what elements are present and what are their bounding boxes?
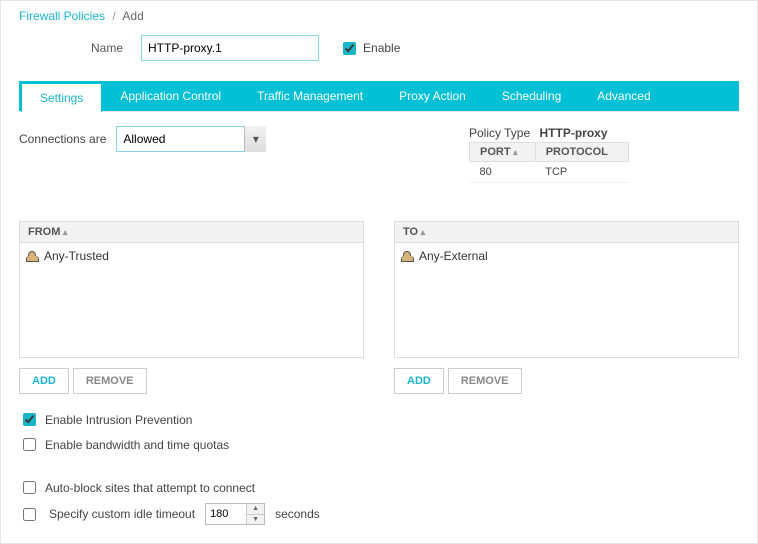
- autoblock-label: Auto-block sites that attempt to connect: [45, 481, 255, 495]
- to-list[interactable]: Any-External: [394, 243, 739, 358]
- spin-down-icon[interactable]: ▼: [247, 515, 264, 525]
- ips-label: Enable Intrusion Prevention: [45, 413, 192, 427]
- table-row[interactable]: 80 TCP: [470, 162, 629, 183]
- to-add-button[interactable]: ADD: [394, 368, 444, 394]
- timeout-label: Specify custom idle timeout: [49, 507, 195, 521]
- tab-application-control[interactable]: Application Control: [102, 81, 239, 111]
- spin-up-icon[interactable]: ▲: [247, 504, 264, 515]
- from-item-label: Any-Trusted: [44, 249, 109, 263]
- timeout-checkbox[interactable]: [23, 508, 36, 521]
- from-remove-button[interactable]: REMOVE: [73, 368, 147, 394]
- ips-checkbox[interactable]: [23, 413, 36, 426]
- protocol-cell: TCP: [535, 162, 628, 183]
- breadcrumb-parent-link[interactable]: Firewall Policies: [19, 9, 105, 23]
- from-header[interactable]: FROM: [19, 221, 364, 243]
- connections-select[interactable]: Allowed: [116, 126, 266, 152]
- tab-traffic-management[interactable]: Traffic Management: [239, 81, 381, 111]
- port-header[interactable]: PORT: [470, 143, 536, 162]
- tabs-bar: Settings Application Control Traffic Man…: [19, 81, 739, 111]
- to-header[interactable]: TO: [394, 221, 739, 243]
- to-item-label: Any-External: [419, 249, 488, 263]
- timeout-spinner[interactable]: ▲ ▼: [205, 503, 265, 525]
- tab-scheduling[interactable]: Scheduling: [484, 81, 579, 111]
- timeout-unit: seconds: [275, 507, 320, 521]
- connections-label: Connections are: [19, 132, 106, 146]
- name-input[interactable]: [141, 35, 319, 61]
- quotas-label: Enable bandwidth and time quotas: [45, 438, 229, 452]
- port-protocol-table: PORT PROTOCOL 80 TCP: [469, 142, 629, 183]
- policy-type-value: HTTP-proxy: [540, 126, 608, 140]
- tab-settings[interactable]: Settings: [21, 83, 102, 112]
- enable-checkbox[interactable]: [343, 42, 356, 55]
- enable-label[interactable]: Enable: [363, 41, 400, 55]
- alias-icon: [401, 250, 413, 262]
- breadcrumb-current: Add: [122, 9, 143, 23]
- list-item[interactable]: Any-Trusted: [26, 247, 357, 265]
- from-add-button[interactable]: ADD: [19, 368, 69, 394]
- list-item[interactable]: Any-External: [401, 247, 732, 265]
- name-label: Name: [91, 41, 123, 55]
- to-remove-button[interactable]: REMOVE: [448, 368, 522, 394]
- timeout-input[interactable]: [206, 504, 246, 524]
- quotas-checkbox[interactable]: [23, 438, 36, 451]
- breadcrumb-separator: /: [112, 9, 115, 23]
- alias-icon: [26, 250, 38, 262]
- breadcrumb: Firewall Policies / Add: [1, 1, 757, 25]
- tab-proxy-action[interactable]: Proxy Action: [381, 81, 484, 111]
- policy-type-label: Policy Type: [469, 126, 530, 140]
- from-list[interactable]: Any-Trusted: [19, 243, 364, 358]
- autoblock-checkbox[interactable]: [23, 481, 36, 494]
- tab-advanced[interactable]: Advanced: [579, 81, 668, 111]
- port-cell: 80: [470, 162, 536, 183]
- protocol-header[interactable]: PROTOCOL: [535, 143, 628, 162]
